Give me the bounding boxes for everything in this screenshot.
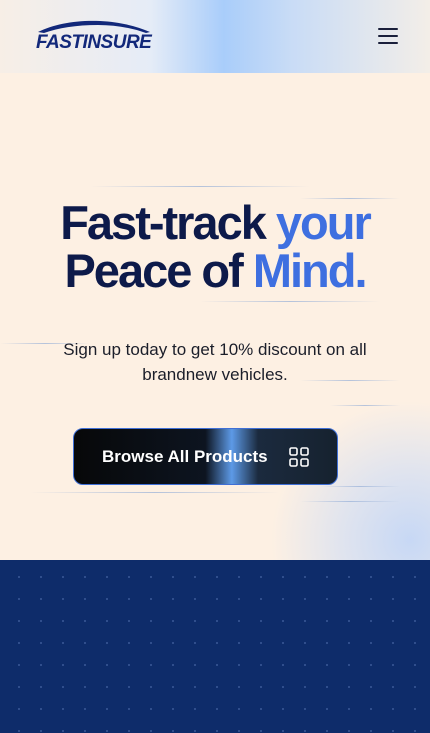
- headline-line2-blue: Mind.: [252, 244, 368, 297]
- decorative-line: [330, 405, 400, 406]
- grid-icon: [289, 447, 309, 467]
- decorative-line: [320, 486, 400, 487]
- site-header: FASTINSURE: [0, 0, 430, 73]
- hero-headline: Fast-track your Peace of Mind.: [0, 199, 430, 295]
- hamburger-menu-button[interactable]: [378, 28, 398, 44]
- hamburger-icon: [378, 28, 398, 30]
- headline-line1-blue: your: [275, 196, 372, 249]
- hero-subtitle: Sign up today to get 10% discount on all…: [63, 340, 367, 384]
- headline-line1-dark: Fast-track: [60, 196, 267, 249]
- logo-wordmark: FASTINSURE: [36, 32, 152, 53]
- hero-section: Fast-track your Peace of Mind. Sign up t…: [0, 73, 430, 560]
- decorative-line: [90, 186, 310, 187]
- dark-section: [0, 560, 430, 733]
- cta-label: Browse All Products: [102, 447, 268, 466]
- browse-all-products-button[interactable]: Browse All Products: [73, 428, 338, 485]
- decorative-line: [300, 501, 400, 502]
- fastinsure-logo[interactable]: FASTINSURE: [36, 18, 154, 54]
- decorative-line: [200, 301, 380, 302]
- decorative-line: [30, 492, 280, 493]
- headline-line2-dark: Peace of: [64, 244, 243, 297]
